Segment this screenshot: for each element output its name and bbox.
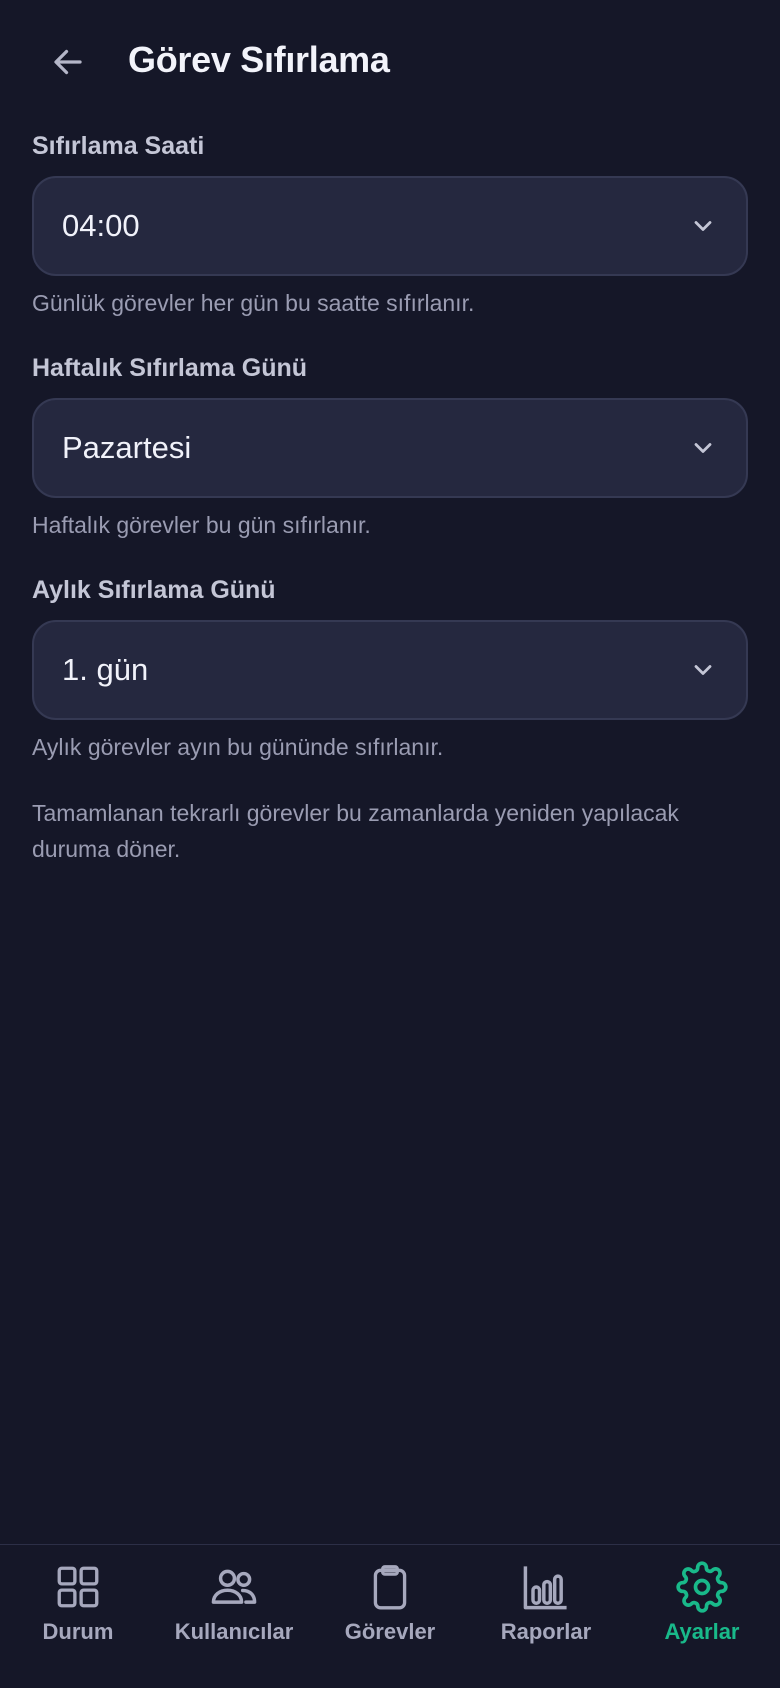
field-hint: Haftalık görevler bu gün sıfırlanır. xyxy=(32,512,371,538)
reset-time-select[interactable]: 04:00 xyxy=(32,176,748,276)
gear-icon xyxy=(676,1561,728,1613)
select-value: Pazartesi xyxy=(62,430,192,465)
select-value: 04:00 xyxy=(62,208,140,243)
page-title: Görev Sıfırlama xyxy=(128,39,390,80)
nav-item-kullanicilar[interactable]: Kullanıcılar xyxy=(156,1545,312,1688)
nav-item-raporlar[interactable]: Raporlar xyxy=(468,1545,624,1688)
nav-label: Kullanıcılar xyxy=(174,1619,294,1644)
weekly-reset-day-field: Haftalık Sıfırlama Günü Pazartesi Haftal… xyxy=(32,350,748,542)
field-label: Aylık Sıfırlama Günü xyxy=(32,576,276,604)
grid-icon xyxy=(52,1561,104,1613)
arrow-left-icon xyxy=(54,49,82,75)
nav-label: Görevler xyxy=(344,1619,436,1644)
field-label: Haftalık Sıfırlama Günü xyxy=(32,354,308,382)
chevron-down-icon xyxy=(688,433,718,463)
chevron-down-icon xyxy=(688,211,718,241)
select-value: 1. gün xyxy=(62,652,149,687)
monthly-reset-day-select[interactable]: 1. gün xyxy=(32,620,748,720)
chevron-down-icon xyxy=(688,655,718,685)
clipboard-icon xyxy=(364,1561,416,1613)
bar-chart-icon xyxy=(520,1561,572,1613)
nav-item-ayarlar[interactable]: Ayarlar xyxy=(624,1545,780,1688)
header: Görev Sıfırlama xyxy=(0,0,780,120)
field-label: Sıfırlama Saati xyxy=(32,132,205,160)
nav-label: Ayarlar xyxy=(664,1619,740,1644)
nav-label: Durum xyxy=(42,1619,114,1644)
weekly-reset-day-select[interactable]: Pazartesi xyxy=(32,398,748,498)
screen: Görev Sıfırlama Sıfırlama Saati 04:00 Gü… xyxy=(0,0,780,1688)
back-button[interactable] xyxy=(44,38,92,86)
nav-label: Raporlar xyxy=(500,1619,592,1644)
nav-item-gorevler[interactable]: Görevler xyxy=(312,1545,468,1688)
monthly-reset-day-field: Aylık Sıfırlama Günü 1. gün Aylık görevl… xyxy=(32,572,748,764)
field-hint: Günlük görevler her gün bu saatte sıfırl… xyxy=(32,290,475,316)
info-note: Tamamlanan tekrarlı görevler bu zamanlar… xyxy=(32,800,679,862)
users-icon xyxy=(208,1561,260,1613)
bottom-nav: Durum Kullanıcılar Görevler Raporlar Aya… xyxy=(0,1544,780,1688)
reset-time-field: Sıfırlama Saati 04:00 Günlük görevler he… xyxy=(32,128,748,320)
field-hint: Aylık görevler ayın bu gününde sıfırlanı… xyxy=(32,734,444,760)
nav-item-durum[interactable]: Durum xyxy=(0,1545,156,1688)
settings-form: Sıfırlama Saati 04:00 Günlük görevler he… xyxy=(32,128,748,764)
